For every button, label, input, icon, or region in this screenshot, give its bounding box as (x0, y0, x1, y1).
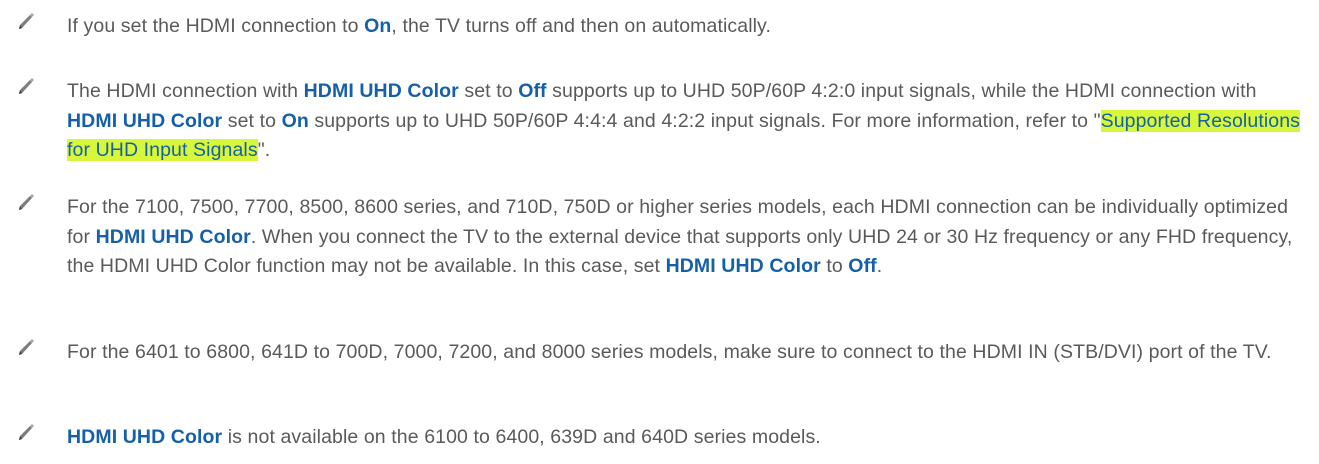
keyword-term: HDMI UHD Color (95, 225, 251, 248)
note-segment: ". (257, 139, 271, 161)
pencil-note-icon (19, 78, 34, 94)
note-segment: The HDMI connection with (67, 80, 304, 102)
note-segment: . (876, 255, 883, 277)
note-text: For the 7100, 7500, 7700, 8500, 8600 ser… (67, 193, 1311, 282)
note-segment: supports up to UHD 50P/60P 4:2:0 input s… (546, 80, 1257, 102)
note-segment: If you set the HDMI connection to (67, 15, 365, 37)
note-segment: set to (458, 80, 519, 102)
pencil-note-icon (19, 424, 34, 440)
keyword-term: HDMI UHD Color (665, 255, 821, 277)
note-text: For the 6401 to 6800, 641D to 700D, 7000… (67, 338, 1311, 368)
note-segment: set to (222, 109, 282, 132)
keyword-term: HDMI UHD Color (67, 109, 223, 132)
note-segment: to (820, 255, 849, 277)
keyword-term: On (281, 109, 309, 132)
keyword-term: HDMI UHD Color (303, 80, 459, 102)
note-segment: , the TV turns off and then on automatic… (391, 15, 771, 37)
note-text: If you set the HDMI connection to On, th… (67, 12, 1311, 42)
keyword-term: Off (848, 255, 877, 277)
note-segment: supports up to UHD 50P/60P 4:4:4 and 4:2… (308, 109, 1101, 132)
note-text: HDMI UHD Color is not available on the 6… (67, 423, 1311, 453)
pencil-note-icon (19, 339, 34, 355)
keyword-term: Off (518, 80, 547, 102)
notes-list: If you set the HDMI connection to On, th… (0, 0, 1319, 464)
pencil-note-icon (19, 194, 34, 210)
pencil-note-icon (19, 13, 34, 29)
note-segment: is not available on the 6100 to 6400, 63… (222, 426, 821, 448)
keyword-term: HDMI UHD Color (67, 426, 223, 448)
note-text: The HDMI connection with HDMI UHD Color … (67, 77, 1311, 166)
keyword-term: On (364, 15, 392, 37)
note-segment: For the 6401 to 6800, 641D to 700D, 7000… (67, 341, 1272, 363)
